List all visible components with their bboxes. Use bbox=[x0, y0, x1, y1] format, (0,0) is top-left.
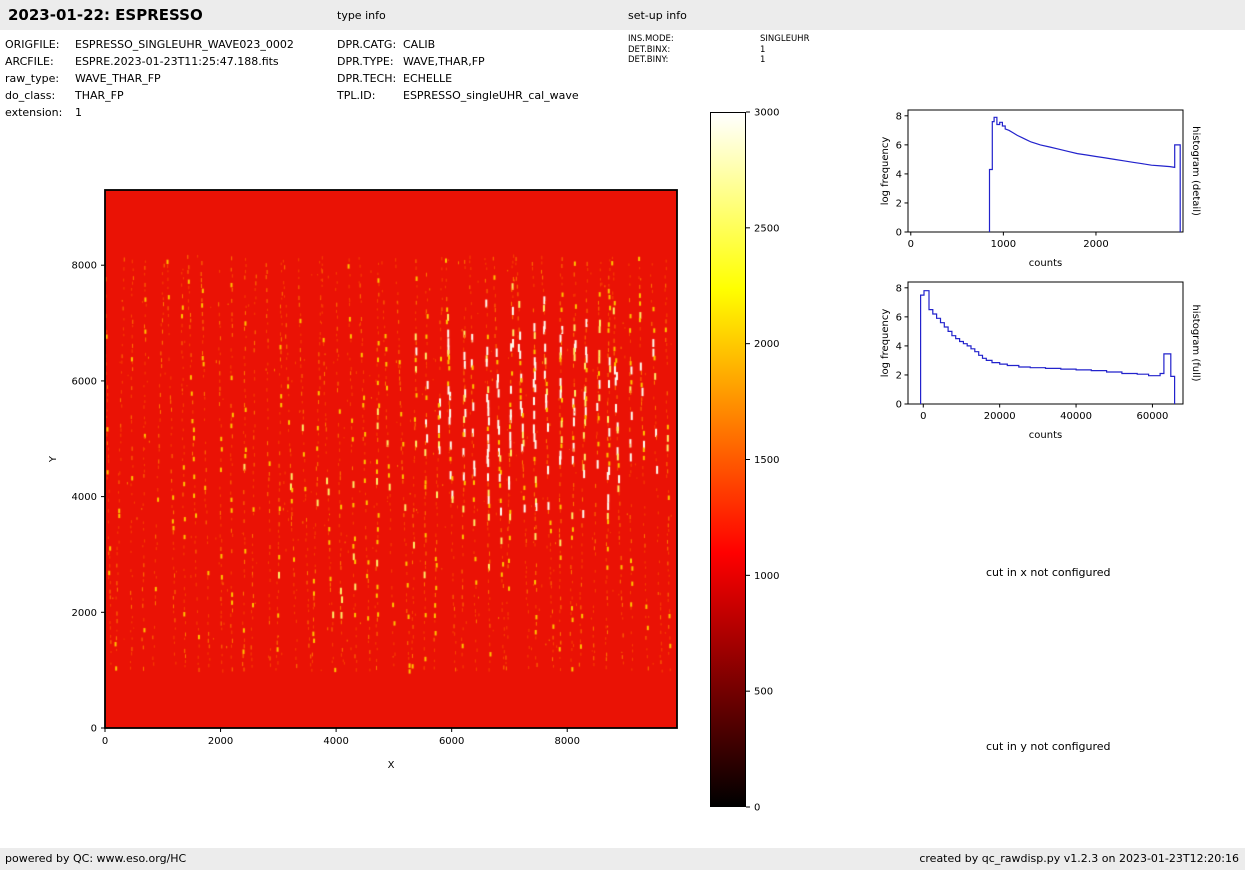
meta-value: 1 bbox=[760, 55, 765, 65]
hist_detail-line bbox=[990, 117, 1181, 232]
meta-label: DPR.TECH: bbox=[337, 70, 403, 87]
x-tick-label: 0 bbox=[908, 239, 914, 250]
meta-value: WAVE_THAR_FP bbox=[75, 72, 161, 85]
meta-label: ORIGFILE: bbox=[5, 36, 75, 53]
y-axis-label: log frequency bbox=[880, 137, 891, 206]
meta-value: WAVE,THAR,FP bbox=[403, 55, 485, 68]
x-tick-label: 40000 bbox=[1060, 411, 1092, 422]
meta-label: DET.BINY: bbox=[628, 55, 760, 66]
meta-row: DET.BINY:1 bbox=[628, 55, 809, 66]
y-tick-label: 0 bbox=[896, 400, 902, 411]
meta-row: DPR.TECH:ECHELLE bbox=[337, 70, 579, 87]
meta-label: DPR.CATG: bbox=[337, 36, 403, 53]
y-tick-label: 6000 bbox=[72, 376, 97, 387]
file-info-block: ORIGFILE:ESPRESSO_SINGLEUHR_WAVE023_0002… bbox=[5, 36, 294, 121]
page-title: 2023-01-22: ESPRESSO bbox=[8, 6, 203, 24]
x-tick-label: 1000 bbox=[991, 239, 1016, 250]
meta-value: CALIB bbox=[403, 38, 435, 51]
colorbar-tick-label: 2000 bbox=[754, 339, 779, 350]
y-tick-label: 4000 bbox=[72, 492, 97, 503]
meta-value: ESPRESSO_singleUHR_cal_wave bbox=[403, 89, 579, 102]
x-tick-label: 20000 bbox=[984, 411, 1016, 422]
x-tick-label: 2000 bbox=[1083, 239, 1108, 250]
meta-value: SINGLEUHR bbox=[760, 34, 809, 44]
meta-value: 1 bbox=[75, 106, 82, 119]
y-tick-label: 2000 bbox=[72, 608, 97, 619]
footer-bar: powered by QC: www.eso.org/HC created by… bbox=[0, 848, 1245, 870]
setup-info-heading: set-up info bbox=[628, 9, 687, 22]
type-info-block: DPR.CATG:CALIBDPR.TYPE:WAVE,THAR,FPDPR.T… bbox=[337, 36, 579, 104]
x-axis-label: X bbox=[388, 760, 395, 771]
x-tick-label: 0 bbox=[920, 411, 926, 422]
y-axis-label: Y bbox=[48, 455, 59, 463]
setup-info-block: INS.MODE:SINGLEUHRDET.BINX:1DET.BINY:1 bbox=[628, 34, 809, 66]
meta-label: INS.MODE: bbox=[628, 34, 760, 45]
type-info-heading: type info bbox=[337, 9, 386, 22]
qc-rawdisp-report: 2023-01-22: ESPRESSO type info set-up in… bbox=[0, 0, 1245, 870]
y-tick-label: 2 bbox=[896, 370, 902, 381]
colorbar-tick-label: 2500 bbox=[754, 223, 779, 234]
colorbar-tick-label: 1000 bbox=[754, 571, 779, 582]
meta-row: extension:1 bbox=[5, 104, 294, 121]
cut-y-note: cut in y not configured bbox=[986, 740, 1111, 753]
meta-label: do_class: bbox=[5, 87, 75, 104]
x-tick-label: 0 bbox=[102, 736, 108, 747]
meta-row: do_class:THAR_FP bbox=[5, 87, 294, 104]
header-bar: 2023-01-22: ESPRESSO type info set-up in… bbox=[0, 0, 1245, 30]
y-tick-label: 8 bbox=[896, 111, 902, 122]
meta-row: DET.BINX:1 bbox=[628, 45, 809, 56]
x-axis-label: counts bbox=[1029, 258, 1062, 269]
footer-right-text: created by qc_rawdisp.py v1.2.3 on 2023-… bbox=[919, 852, 1239, 865]
x-tick-label: 8000 bbox=[554, 736, 579, 747]
y-tick-label: 2 bbox=[896, 198, 902, 209]
x-tick-label: 6000 bbox=[439, 736, 464, 747]
meta-row: TPL.ID:ESPRESSO_singleUHR_cal_wave bbox=[337, 87, 579, 104]
y-tick-label: 6 bbox=[896, 140, 902, 151]
meta-value: THAR_FP bbox=[75, 89, 124, 102]
y-tick-label: 6 bbox=[896, 312, 902, 323]
footer-left-text: powered by QC: www.eso.org/HC bbox=[5, 852, 186, 865]
meta-row: DPR.TYPE:WAVE,THAR,FP bbox=[337, 53, 579, 70]
colorbar-tick-label: 500 bbox=[754, 687, 773, 698]
meta-label: ARCFILE: bbox=[5, 53, 75, 70]
meta-value: ECHELLE bbox=[403, 72, 452, 85]
colorbar-tick-label: 1500 bbox=[754, 455, 779, 466]
meta-value: ESPRE.2023-01-23T11:25:47.188.fits bbox=[75, 55, 279, 68]
colorbar bbox=[710, 112, 746, 807]
right-axis-label: histogram (full) bbox=[1190, 304, 1201, 381]
meta-row: ARCFILE:ESPRE.2023-01-23T11:25:47.188.fi… bbox=[5, 53, 294, 70]
y-tick-label: 8000 bbox=[72, 261, 97, 272]
y-tick-label: 0 bbox=[91, 724, 97, 735]
x-tick-label: 60000 bbox=[1137, 411, 1169, 422]
meta-label: extension: bbox=[5, 104, 75, 121]
y-axis-label: log frequency bbox=[880, 309, 891, 378]
x-tick-label: 2000 bbox=[208, 736, 233, 747]
meta-row: DPR.CATG:CALIB bbox=[337, 36, 579, 53]
hist_full-line bbox=[921, 291, 1175, 404]
meta-row: ORIGFILE:ESPRESSO_SINGLEUHR_WAVE023_0002 bbox=[5, 36, 294, 53]
meta-value: ESPRESSO_SINGLEUHR_WAVE023_0002 bbox=[75, 38, 294, 51]
right-axis-label: histogram (detail) bbox=[1190, 126, 1201, 216]
meta-row: INS.MODE:SINGLEUHR bbox=[628, 34, 809, 45]
meta-label: DPR.TYPE: bbox=[337, 53, 403, 70]
colorbar-tick-label: 3000 bbox=[754, 108, 779, 119]
y-tick-label: 8 bbox=[896, 283, 902, 294]
meta-value: 1 bbox=[760, 45, 765, 55]
meta-label: TPL.ID: bbox=[337, 87, 403, 104]
cut-x-note: cut in x not configured bbox=[986, 566, 1111, 579]
x-tick-label: 4000 bbox=[323, 736, 348, 747]
meta-label: raw_type: bbox=[5, 70, 75, 87]
y-tick-label: 4 bbox=[896, 341, 902, 352]
y-tick-label: 0 bbox=[896, 228, 902, 239]
y-tick-label: 4 bbox=[896, 169, 902, 180]
colorbar-tick-label: 0 bbox=[754, 803, 760, 814]
x-axis-label: counts bbox=[1029, 430, 1062, 441]
meta-row: raw_type:WAVE_THAR_FP bbox=[5, 70, 294, 87]
hist_full-border bbox=[908, 282, 1183, 404]
hist_detail-border bbox=[908, 110, 1183, 232]
raw-frame-image bbox=[105, 190, 677, 728]
meta-label: DET.BINX: bbox=[628, 45, 760, 56]
